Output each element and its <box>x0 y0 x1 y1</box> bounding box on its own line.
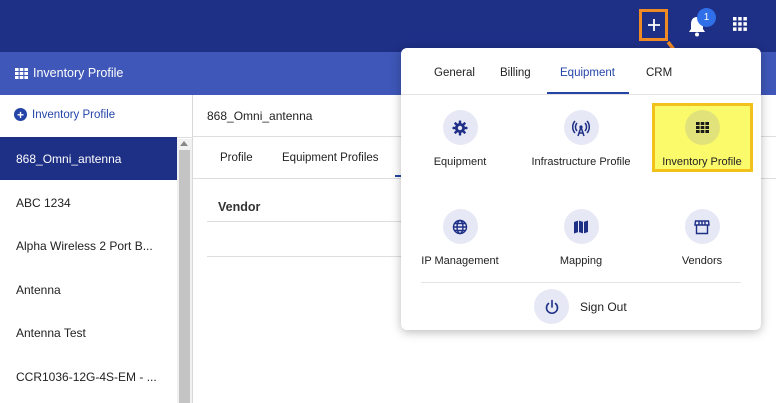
breadcrumb: 868_Omni_antenna <box>207 109 313 123</box>
menu-divider <box>421 282 741 283</box>
menu-tile-mapping[interactable]: Mapping <box>521 209 641 269</box>
power-icon <box>534 289 569 324</box>
menu-tab-general[interactable]: General <box>434 67 475 79</box>
sidebar-item-label: CCR1036-12G-4S-EM - ... <box>16 369 157 384</box>
sidebar-item-label: Antenna Test <box>16 325 86 340</box>
sidebar-scrollbar-thumb[interactable] <box>179 150 190 403</box>
add-button[interactable] <box>639 9 668 41</box>
page-title-text: Inventory Profile <box>33 66 124 80</box>
sign-out-label: Sign Out <box>580 299 627 314</box>
sidebar-item-label: Alpha Wireless 2 Port B... <box>16 238 153 253</box>
menu-tile-label: Vendors <box>681 255 723 267</box>
sign-out-button[interactable]: Sign Out <box>534 289 627 324</box>
grid-icon <box>684 110 720 145</box>
menu-tile-equipment[interactable]: Equipment <box>400 110 520 170</box>
scroll-up-arrow-icon[interactable] <box>180 141 188 146</box>
antenna-icon <box>563 110 599 145</box>
menu-tab-active-indicator <box>547 92 629 94</box>
grid-icon <box>733 17 747 31</box>
add-menu-dropdown <box>401 48 761 330</box>
map-icon <box>563 209 599 244</box>
add-inventory-profile-button[interactable]: + Inventory Profile <box>14 108 115 121</box>
menu-tile-vendors[interactable]: Vendors <box>642 209 762 269</box>
table-divider <box>207 221 407 222</box>
sidebar-item-label: 868_Omni_antenna <box>16 151 122 166</box>
menu-tile-label: Infrastructure Profile <box>531 156 631 168</box>
add-inventory-profile-label: Inventory Profile <box>32 108 116 121</box>
menu-tile-label: Inventory Profile <box>662 156 742 168</box>
sidebar-item-alpha-wireless[interactable]: Alpha Wireless 2 Port B... <box>0 224 177 267</box>
menu-tile-inventory-profile[interactable]: Inventory Profile <box>642 110 762 170</box>
tab-profile[interactable]: Profile <box>220 152 253 164</box>
vendor-column-header: Vendor <box>218 200 261 214</box>
grid-icon <box>15 67 28 79</box>
menu-tile-label: Mapping <box>559 255 603 267</box>
add-circle-icon: + <box>14 108 27 121</box>
sidebar-item-ccr1036[interactable]: CCR1036-12G-4S-EM - ... <box>0 355 177 398</box>
store-icon <box>684 209 720 244</box>
menu-tile-label: IP Management <box>421 255 499 267</box>
apps-menu-button[interactable] <box>733 17 751 35</box>
menu-tabs-divider <box>401 94 761 95</box>
page-title: Inventory Profile <box>15 66 123 80</box>
sidebar-item-label: ABC 1234 <box>16 195 71 210</box>
menu-tile-ip-management[interactable]: IP Management <box>400 209 520 269</box>
menu-tile-infrastructure-profile[interactable]: Infrastructure Profile <box>521 110 641 170</box>
sidebar-item-868-omni-antenna[interactable]: 868_Omni_antenna <box>0 137 177 180</box>
tab-equipment-profiles[interactable]: Equipment Profiles <box>282 152 379 164</box>
menu-tab-billing[interactable]: Billing <box>500 67 531 79</box>
globe-icon <box>442 209 478 244</box>
gear-icon <box>442 110 478 145</box>
menu-tab-crm[interactable]: CRM <box>646 67 672 79</box>
menu-tab-equipment[interactable]: Equipment <box>560 67 615 79</box>
sidebar-item-antenna[interactable]: Antenna <box>0 268 177 311</box>
menu-tile-label: Equipment <box>433 156 487 168</box>
plus-icon <box>647 19 660 31</box>
notification-badge: 1 <box>697 8 716 27</box>
sidebar-item-abc-1234[interactable]: ABC 1234 <box>0 181 177 224</box>
sidebar-item-antenna-test[interactable]: Antenna Test <box>0 311 177 354</box>
sidebar-item-label: Antenna <box>16 282 61 297</box>
table-divider <box>207 256 407 257</box>
